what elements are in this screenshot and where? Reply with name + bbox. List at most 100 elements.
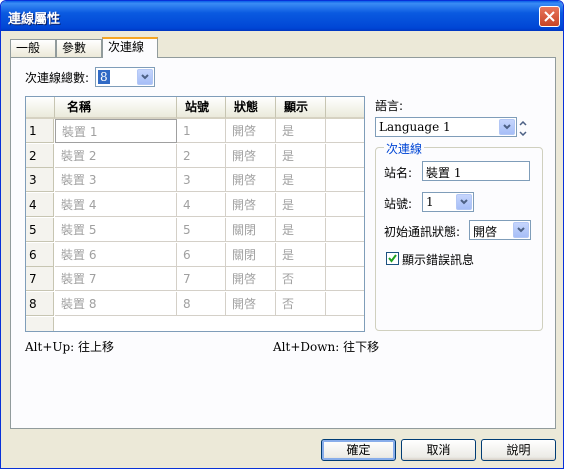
station-name-input[interactable]: 裝置 1 [422,161,530,181]
ok-button[interactable]: 確定 [321,439,396,461]
cell-station[interactable]: 5 [177,217,226,242]
cell-filler [326,119,364,143]
language-spinner[interactable] [517,118,528,138]
column-header-state[interactable]: 狀態 [226,97,276,119]
cell-state[interactable]: 開啓 [226,193,276,218]
cell-show[interactable]: 是 [276,242,326,267]
move-up-hint: Alt+Up: 往上移 [25,340,115,354]
language-value: Language 1 [379,120,451,134]
language-select[interactable]: Language 1 [375,117,517,137]
column-header-station[interactable]: 站號 [177,97,226,119]
show-error-label[interactable]: 顯示錯誤訊息 [402,251,474,268]
dropdown-button[interactable] [499,119,515,135]
subconnection-group: 次連線 站名: 裝置 1 站號: 1 初始通訊狀態: 開啓 顯示錯誤訊息 [375,140,543,331]
help-button[interactable]: 說明 [481,439,556,461]
tab-panel: 次連線總數: 8 名稱 站號 狀態 顯示 1 裝置 1 1 開啓是 2 裝置 2 2 開啓是 3… [10,57,556,429]
cell-show[interactable]: 否 [276,267,326,292]
row-header[interactable]: 1 [26,119,54,143]
cell-show[interactable]: 是 [276,168,326,193]
column-header-name[interactable]: 名稱 [55,97,177,119]
spin-down-icon[interactable] [517,128,528,138]
initial-state-label: 初始通訊狀態: [384,225,461,239]
cell-name[interactable]: 裝置 1 [55,119,177,143]
language-label: 語言: [375,99,404,113]
subconnection-grid: 名稱 站號 狀態 顯示 1 裝置 1 1 開啓是 2 裝置 2 2 開啓是 3 裝置 3 3 開啓是 4… [25,96,365,332]
cell-state[interactable]: 開啓 [226,168,276,193]
cell-name[interactable]: 裝置 2 [55,143,177,168]
cell-show[interactable]: 是 [276,193,326,218]
count-value: 8 [98,70,110,84]
cell-filler [326,168,364,193]
chevron-down-icon [460,199,468,205]
initial-state-select[interactable]: 開啓 [469,220,531,240]
cell-station[interactable]: 6 [177,242,226,267]
cell-station[interactable]: 2 [177,143,226,168]
cancel-button[interactable]: 取消 [401,439,476,461]
close-icon [544,11,555,22]
cell-filler [326,218,364,242]
cell-station[interactable]: 7 [177,267,226,292]
cell-name[interactable]: 裝置 4 [55,193,177,218]
grid-corner [26,97,55,119]
chevron-down-icon [517,227,525,233]
cell-name[interactable]: 裝置 6 [55,242,177,267]
move-down-hint: Alt+Down: 往下移 [273,340,380,354]
cell-name[interactable]: 裝置 5 [55,217,177,242]
column-header-show[interactable]: 顯示 [276,97,326,119]
row-header[interactable]: 7 [26,267,54,292]
dropdown-button[interactable] [456,194,472,210]
cell-show[interactable]: 否 [276,291,326,316]
show-error-checkbox[interactable] [386,252,399,265]
dropdown-button[interactable] [137,69,153,85]
tab-subconnection[interactable]: 次連線 [102,37,158,58]
count-select[interactable]: 8 [95,67,155,87]
row-header[interactable]: 4 [26,193,54,218]
cell-show[interactable]: 是 [276,119,326,143]
cell-filler [326,193,364,218]
group-title: 次連線 [384,140,425,157]
checkmark-icon [388,254,397,263]
cell-state[interactable]: 開啓 [226,267,276,292]
cell-name[interactable]: 裝置 3 [55,168,177,193]
cell-state[interactable]: 開啓 [226,143,276,168]
initial-state-value: 開啓 [473,225,498,239]
row-header[interactable]: 2 [26,143,54,168]
cell-show[interactable]: 是 [276,143,326,168]
close-button[interactable] [539,6,560,27]
cell-state[interactable]: 開啓 [226,119,276,143]
row-header[interactable]: 6 [26,242,54,267]
cell-show[interactable]: 是 [276,217,326,242]
window-title: 連線屬性 [8,12,61,27]
cell-station[interactable]: 1 [177,119,226,143]
cell-name[interactable]: 裝置 8 [55,291,177,316]
cell-filler [326,292,364,316]
cell-filler [326,267,364,292]
cell-name[interactable]: 裝置 7 [55,267,177,292]
dropdown-button[interactable] [513,222,529,238]
chevron-down-icon [141,74,149,80]
title-bar[interactable]: 連線屬性 [1,1,563,31]
grid-empty-rowheader [26,317,54,331]
count-label: 次連線總數: [25,71,90,85]
cell-state[interactable]: 關閉 [226,242,276,267]
column-header-filler [326,97,364,119]
cell-state[interactable]: 開啓 [226,291,276,316]
dialog-window: 連線屬性 一般 參數 次連線 次連線總數: 8 名稱 站號 狀態 顯示 1 裝置 … [0,0,564,469]
cell-state[interactable]: 關閉 [226,217,276,242]
row-header[interactable]: 3 [26,168,54,193]
tab-general[interactable]: 一般 [10,39,56,57]
station-number-value: 1 [426,195,434,209]
cell-filler [326,144,364,168]
tab-parameters[interactable]: 參數 [56,39,102,57]
station-name-value: 裝置 1 [426,166,462,180]
cell-station[interactable]: 8 [177,291,226,316]
station-number-select[interactable]: 1 [422,192,474,212]
cell-station[interactable]: 3 [177,168,226,193]
cell-station[interactable]: 4 [177,193,226,218]
row-header[interactable]: 5 [26,217,54,242]
station-number-label: 站號: [384,197,413,211]
chevron-down-icon [503,124,511,130]
cell-filler [326,243,364,267]
spin-up-icon[interactable] [517,118,528,128]
row-header[interactable]: 8 [26,291,54,316]
